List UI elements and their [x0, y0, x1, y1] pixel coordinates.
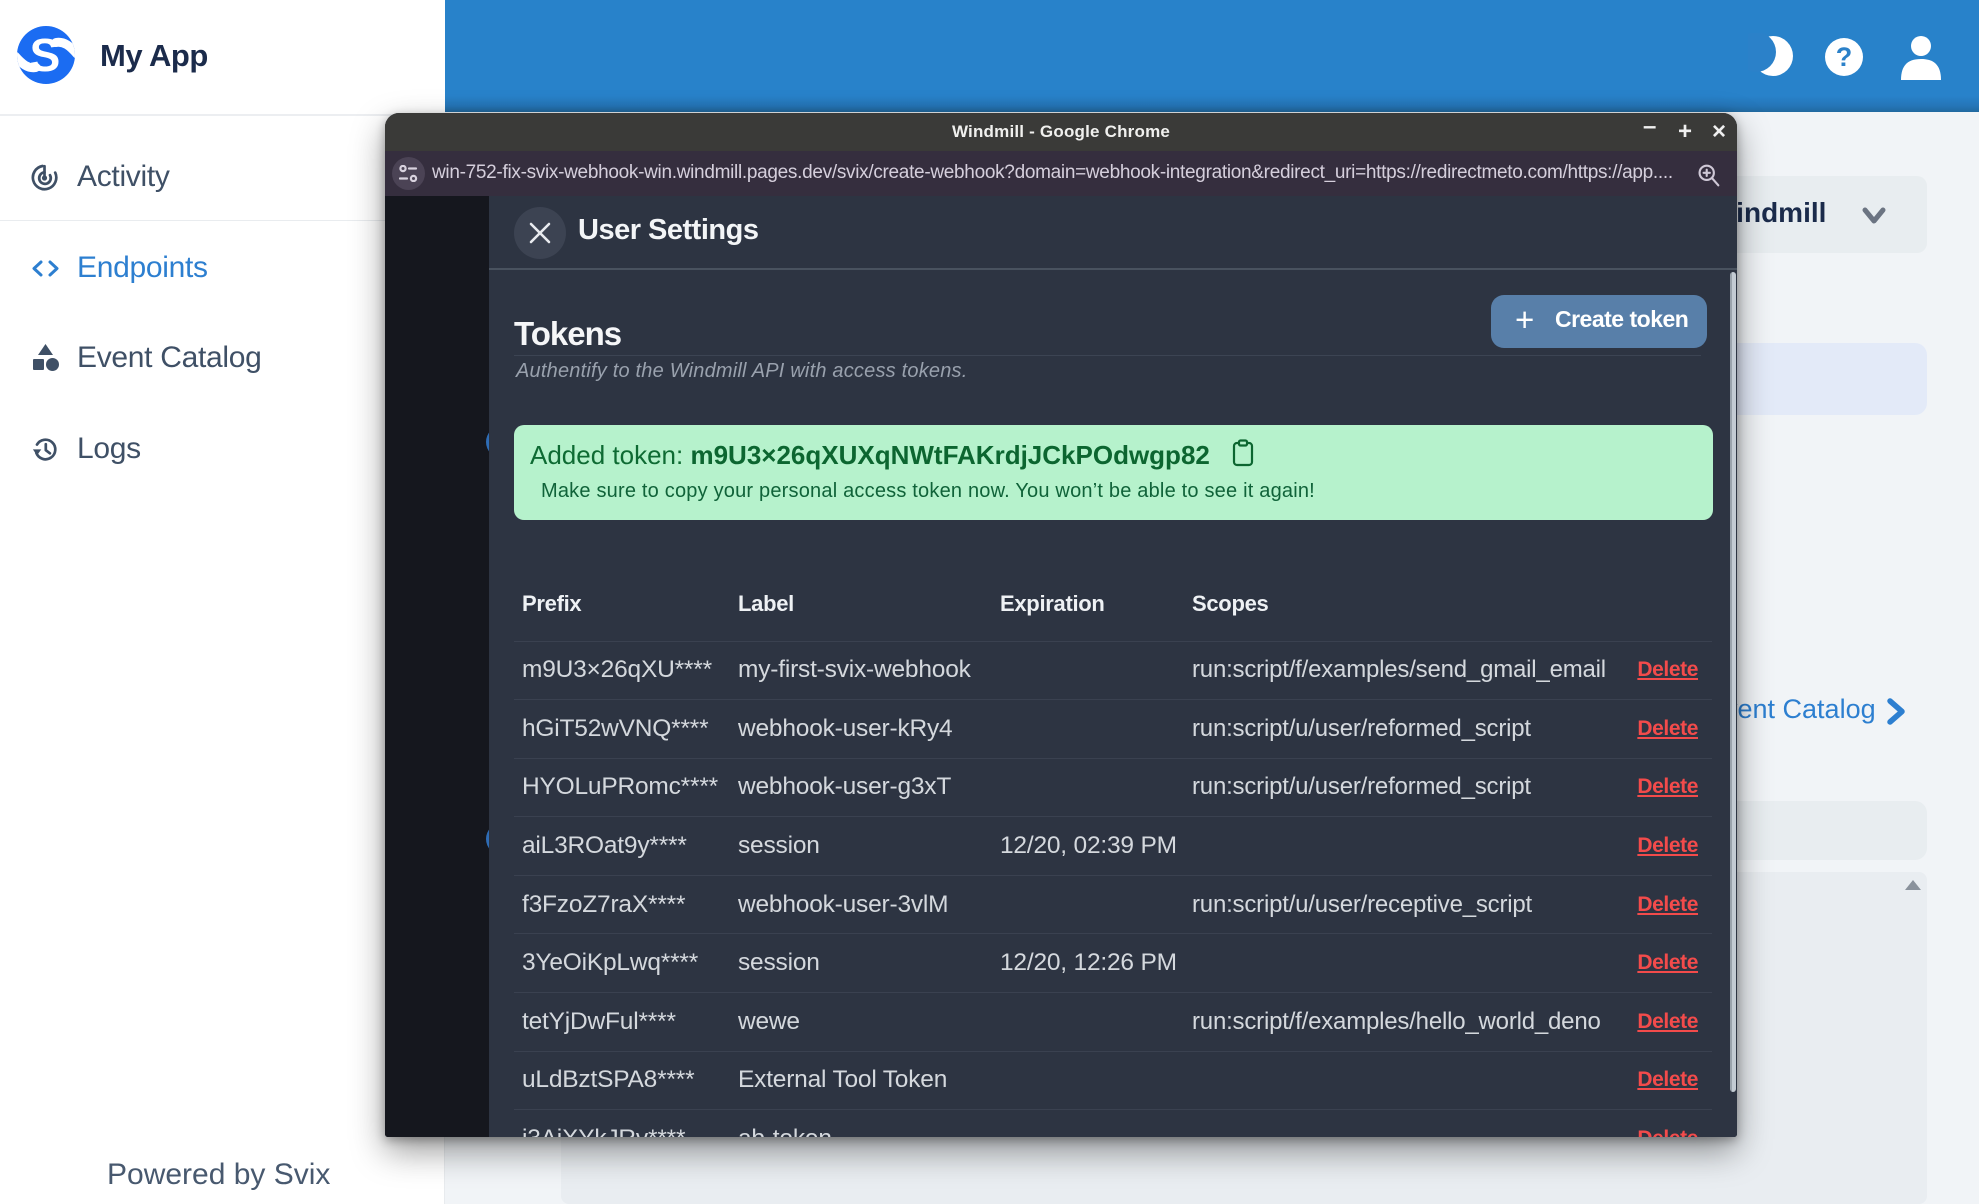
- svg-text:S: S: [30, 29, 61, 81]
- svg-text:?: ?: [1836, 42, 1853, 72]
